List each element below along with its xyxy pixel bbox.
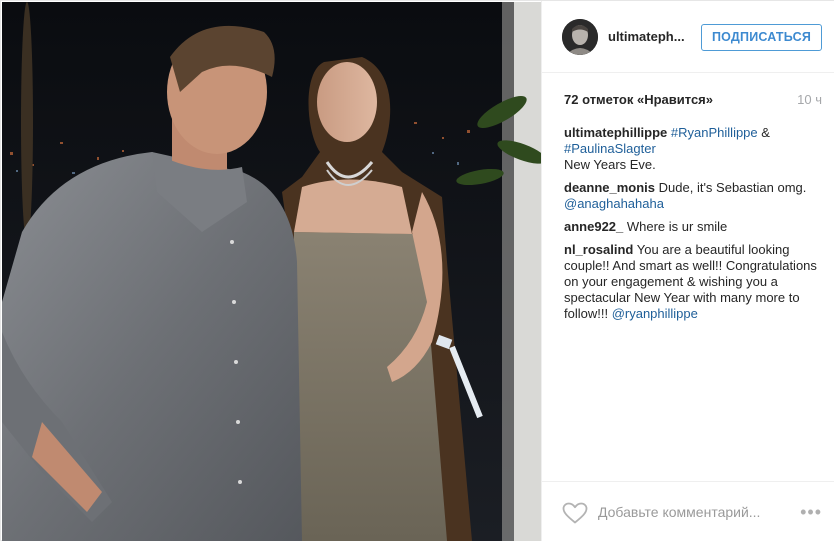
hashtag-link[interactable]: #RyanPhillippe xyxy=(671,125,758,140)
comment-item: anne922_ Where is ur smile xyxy=(564,219,826,235)
post-sidebar: ultimateph... ПОДПИСАТЬСЯ 72 отметок «Нр… xyxy=(541,1,834,541)
comment-item: deanne_monis Dude, it's Sebastian omg. @… xyxy=(564,180,826,212)
comment-username[interactable]: nl_rosalind xyxy=(564,242,633,257)
caption-amp: & xyxy=(757,125,770,140)
comment-text: Where is ur smile xyxy=(623,219,728,234)
comment-username[interactable]: anne922_ xyxy=(564,219,623,234)
mention-link[interactable]: @ryanphillippe xyxy=(612,306,698,321)
post-time: 10 ч xyxy=(797,92,822,107)
post-photo[interactable] xyxy=(2,2,541,541)
comments-list: ultimatephillippe #RyanPhillippe & #Paul… xyxy=(564,125,826,329)
comment-text: Dude, it's Sebastian omg. xyxy=(655,180,807,195)
avatar[interactable] xyxy=(562,19,598,55)
hashtag-link[interactable]: #PaulinaSlagter xyxy=(564,141,656,156)
more-options-icon[interactable]: ••• xyxy=(800,502,822,523)
heart-icon[interactable] xyxy=(562,502,588,524)
post-username[interactable]: ultimateph... xyxy=(608,29,685,44)
photo-illustration xyxy=(2,2,541,541)
caption-username[interactable]: ultimatephillippe xyxy=(564,125,667,140)
comment-username[interactable]: deanne_monis xyxy=(564,180,655,195)
follow-button[interactable]: ПОДПИСАТЬСЯ xyxy=(701,24,822,51)
caption-text: New Years Eve. xyxy=(564,157,656,172)
post-header: ultimateph... ПОДПИСАТЬСЯ xyxy=(542,1,834,73)
add-comment-input[interactable]: Добавьте комментарий... xyxy=(598,504,760,520)
post-stats: 72 отметок «Нравится» 10 ч xyxy=(542,73,834,119)
likes-count[interactable]: 72 отметок «Нравится» xyxy=(564,92,713,107)
caption: ultimatephillippe #RyanPhillippe & #Paul… xyxy=(564,125,826,173)
avatar-image xyxy=(562,19,598,55)
instagram-post: ultimateph... ПОДПИСАТЬСЯ 72 отметок «Нр… xyxy=(0,0,834,541)
comment-item: nl_rosalind You are a beautiful looking … xyxy=(564,242,826,322)
mention-link[interactable]: @anaghahahaha xyxy=(564,196,664,211)
post-footer: Добавьте комментарий... ••• xyxy=(542,481,834,541)
